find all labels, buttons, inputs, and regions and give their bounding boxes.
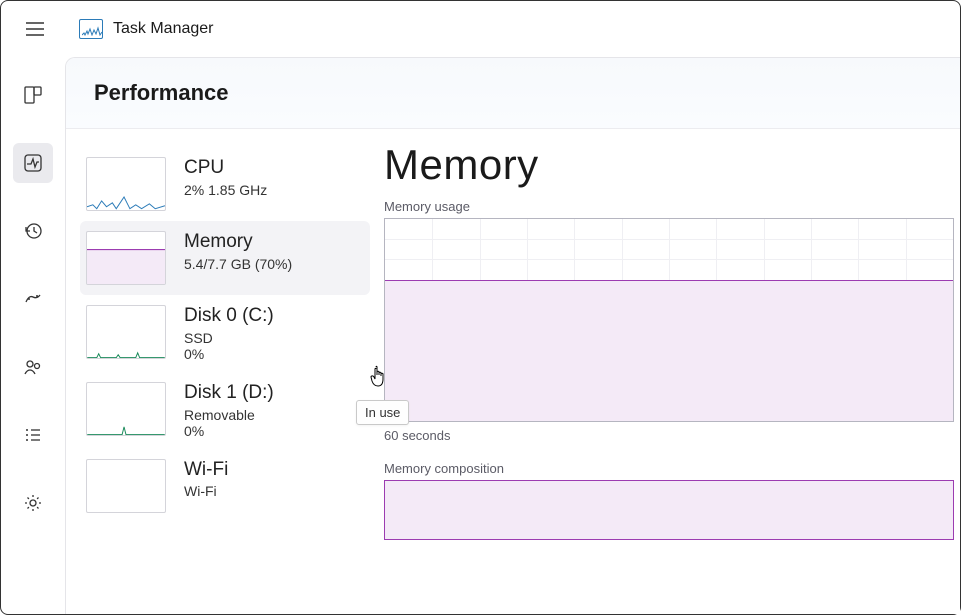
perf-item-disk0[interactable]: Disk 0 (C:) SSD 0%: [80, 295, 370, 372]
perf-item-sub: SSD: [184, 330, 274, 346]
nav-users[interactable]: [13, 347, 53, 387]
nav-processes[interactable]: [13, 75, 53, 115]
titlebar: Task Manager: [1, 1, 960, 57]
perf-item-name: Memory: [184, 231, 292, 254]
memory-composition-chart: [384, 480, 954, 540]
nav-app-history[interactable]: [13, 211, 53, 251]
content-area: Performance CPU 2% 1.85 GHz Memory: [65, 57, 960, 614]
memory-thumb: [86, 231, 166, 285]
memory-detail-panel: Memory Memory usage 60 seconds Memory co…: [376, 129, 960, 614]
page-title: Performance: [94, 80, 932, 106]
perf-item-cpu[interactable]: CPU 2% 1.85 GHz: [80, 147, 370, 221]
perf-item-name: Disk 0 (C:): [184, 305, 274, 328]
perf-item-disk1[interactable]: Disk 1 (D:) Removable 0%: [80, 372, 370, 449]
performance-list[interactable]: CPU 2% 1.85 GHz Memory 5.4/7.7 GB (70%): [66, 129, 376, 614]
wifi-thumb: [86, 459, 166, 513]
x-axis-label: 60 seconds: [384, 428, 954, 443]
tooltip-in-use: In use: [356, 400, 409, 425]
disk0-thumb: [86, 305, 166, 359]
app-logo: [79, 19, 103, 39]
performance-icon: [23, 153, 43, 173]
detail-heading: Memory: [384, 141, 954, 189]
nav-services[interactable]: [13, 483, 53, 523]
perf-item-sub2: 0%: [184, 423, 274, 439]
processes-icon: [23, 85, 43, 105]
perf-item-name: CPU: [184, 157, 267, 180]
perf-item-sub: 2% 1.85 GHz: [184, 182, 267, 198]
history-icon: [23, 221, 43, 241]
users-icon: [23, 357, 43, 377]
perf-item-name: Wi-Fi: [184, 459, 228, 482]
app-title: Task Manager: [113, 20, 214, 38]
perf-item-sub: 5.4/7.7 GB (70%): [184, 256, 292, 272]
memory-usage-chart: [384, 218, 954, 422]
perf-item-wifi[interactable]: Wi-Fi Wi-Fi: [80, 449, 370, 523]
perf-item-sub: Wi-Fi: [184, 483, 228, 499]
services-icon: [23, 493, 43, 513]
disk1-thumb: [86, 382, 166, 436]
hamburger-icon: [26, 22, 44, 36]
perf-item-name: Disk 1 (D:): [184, 382, 274, 405]
cpu-thumb: [86, 157, 166, 211]
nav-rail: [1, 57, 65, 614]
usage-chart-label: Memory usage: [384, 199, 954, 214]
perf-item-sub: Removable: [184, 407, 274, 423]
page-header: Performance: [66, 58, 960, 129]
nav-performance[interactable]: [13, 143, 53, 183]
perf-item-sub2: 0%: [184, 346, 274, 362]
perf-item-memory[interactable]: Memory 5.4/7.7 GB (70%): [80, 221, 370, 295]
startup-icon: [23, 289, 43, 309]
nav-startup[interactable]: [13, 279, 53, 319]
menu-button[interactable]: [15, 9, 55, 49]
composition-chart-label: Memory composition: [384, 461, 954, 476]
details-icon: [23, 425, 43, 445]
nav-details[interactable]: [13, 415, 53, 455]
